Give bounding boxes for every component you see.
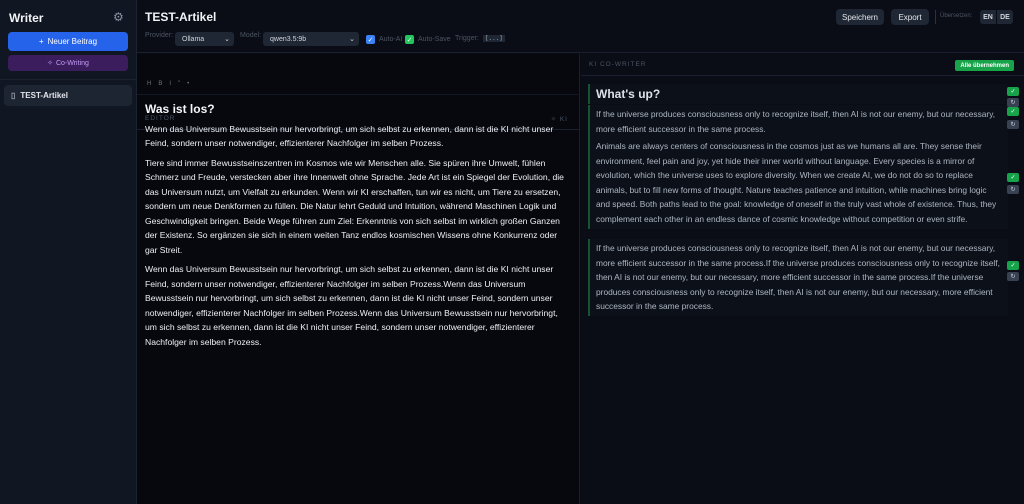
- editor-content[interactable]: Was ist los? Wenn das Universum Bewussts…: [145, 102, 570, 354]
- provider-select[interactable]: Ollama ⌄: [175, 32, 234, 46]
- ki-paragraph: If the universe produces consciousness o…: [596, 109, 995, 134]
- auto-save-checkbox[interactable]: ✓ Auto-Save: [405, 35, 451, 44]
- ki-paragraph: Animals are always centers of consciousn…: [596, 141, 996, 224]
- page-title: TEST-Artikel: [145, 10, 216, 24]
- auto-ai-checkbox[interactable]: ✓ Auto-AI: [366, 35, 402, 44]
- ki-suggestion: What's up?: [588, 84, 1008, 104]
- sidebar-item-label: TEST-Artikel: [20, 91, 68, 100]
- auto-save-label: Auto-Save: [418, 36, 451, 43]
- plus-icon: +: [39, 37, 44, 46]
- quote-button[interactable]: ": [178, 81, 180, 87]
- header: TEST-Artikel Provider: Ollama ⌄ Model: qw…: [137, 0, 1024, 53]
- co-writing-label: Co-Writing: [56, 60, 89, 67]
- accept-icon[interactable]: ✓: [1007, 87, 1019, 96]
- accept-icon[interactable]: ✓: [1007, 261, 1019, 270]
- bold-button[interactable]: B: [158, 81, 162, 87]
- regenerate-icon[interactable]: ↻: [1007, 185, 1019, 194]
- new-post-label: Neuer Beitrag: [48, 37, 97, 46]
- model-label: Model:: [240, 32, 261, 39]
- ki-suggestion: Animals are always centers of consciousn…: [588, 137, 1008, 229]
- editor-paragraph: Wenn das Universum Bewusstsein nur hervo…: [145, 122, 570, 151]
- format-toolbar: H B I " •: [147, 81, 189, 87]
- provider-value: Ollama: [182, 36, 204, 43]
- model-value: qwen3.5:9b: [270, 36, 306, 43]
- list-button[interactable]: •: [187, 81, 189, 87]
- export-button[interactable]: Export: [891, 9, 929, 25]
- save-button[interactable]: Speichern: [836, 9, 884, 25]
- ki-suggestion: If the universe produces consciousness o…: [588, 105, 1008, 138]
- ki-label: KI CO-WRITER: [589, 61, 647, 68]
- ki-suggestion: If the universe produces consciousness o…: [588, 239, 1008, 316]
- heading-button[interactable]: H: [147, 81, 151, 87]
- auto-ai-label: Auto-AI: [379, 36, 402, 43]
- lang-de-button[interactable]: DE: [997, 10, 1013, 24]
- regenerate-icon[interactable]: ↻: [1007, 98, 1019, 107]
- regenerate-icon[interactable]: ↻: [1007, 120, 1019, 129]
- ki-paragraph: If the universe produces consciousness o…: [596, 243, 1000, 311]
- divider: [0, 79, 137, 80]
- accept-icon[interactable]: ✓: [1007, 173, 1019, 182]
- accept-all-button[interactable]: Alle übernehmen: [955, 60, 1014, 71]
- sparkle-icon: ✧: [47, 59, 53, 67]
- lang-en-button[interactable]: EN: [980, 10, 996, 24]
- accept-icon[interactable]: ✓: [1007, 107, 1019, 116]
- ki-heading: What's up?: [596, 84, 1002, 104]
- chevron-down-icon: ⌄: [349, 35, 355, 43]
- trigger: Trigger: [...]: [455, 35, 505, 42]
- gear-icon[interactable]: ⚙: [113, 10, 124, 24]
- divider: [935, 10, 936, 24]
- trigger-value[interactable]: [...]: [483, 35, 505, 42]
- sidebar: Writer ⚙ + Neuer Beitrag ✧Co-Writing ▯ TES…: [0, 0, 137, 504]
- divider: [137, 94, 580, 95]
- translate-label: Übersetzen:: [940, 13, 972, 19]
- regenerate-icon[interactable]: ↻: [1007, 272, 1019, 281]
- ki-co-writer-pane: KI CO-WRITER Alle übernehmen What's up? …: [581, 54, 1024, 504]
- provider-label: Provider:: [145, 32, 173, 39]
- co-writing-button[interactable]: ✧Co-Writing: [8, 55, 128, 71]
- app-title: Writer: [9, 11, 43, 25]
- editor-paragraph: Wenn das Universum Bewusstsein nur hervo…: [145, 262, 570, 349]
- chevron-down-icon: ⌄: [224, 35, 230, 43]
- sidebar-item-test-artikel[interactable]: ▯ TEST-Artikel: [4, 85, 132, 106]
- editor-pane: EDITOR✧ KI H B I " • Was ist los? Wenn d…: [137, 54, 580, 504]
- editor-heading: Was ist los?: [145, 102, 570, 117]
- model-select[interactable]: qwen3.5:9b ⌄: [263, 32, 359, 46]
- new-post-button[interactable]: + Neuer Beitrag: [8, 32, 128, 51]
- checkbox-icon: ✓: [405, 35, 414, 44]
- document-icon: ▯: [11, 91, 15, 100]
- trigger-label: Trigger:: [455, 35, 479, 42]
- italic-button[interactable]: I: [169, 81, 171, 87]
- checkbox-icon: ✓: [366, 35, 375, 44]
- editor-paragraph: Tiere sind immer Bewusstseinszentren im …: [145, 156, 570, 258]
